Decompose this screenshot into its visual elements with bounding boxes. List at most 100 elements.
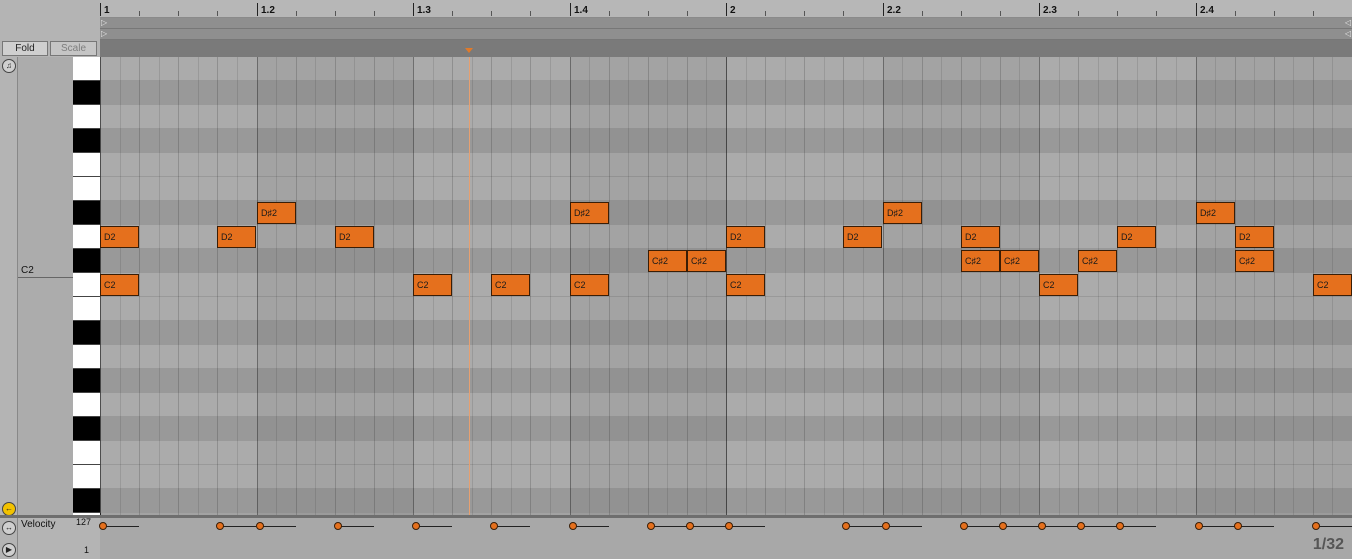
grid-line	[980, 57, 981, 515]
velocity-marker[interactable]	[569, 522, 577, 530]
velocity-marker[interactable]	[999, 522, 1007, 530]
velocity-marker[interactable]	[647, 522, 655, 530]
white-key[interactable]	[73, 273, 100, 297]
piano-keyboard[interactable]	[73, 57, 101, 515]
grid-line	[472, 57, 473, 515]
midi-note[interactable]: D2	[961, 226, 1000, 248]
midi-note[interactable]: C2	[570, 274, 609, 296]
black-key[interactable]	[73, 321, 100, 345]
ruler-bar-tick	[726, 3, 727, 16]
midi-note[interactable]: D2	[1117, 226, 1156, 248]
black-key[interactable]	[73, 417, 100, 441]
midi-note[interactable]: D♯2	[570, 202, 609, 224]
grid-line	[628, 57, 629, 515]
loop-end-icon[interactable]: ◁	[1345, 19, 1351, 27]
midi-note[interactable]: D2	[335, 226, 374, 248]
grid-line	[843, 57, 844, 515]
loop-brace-lane[interactable]: ▷ ◁	[100, 18, 1352, 29]
start-marker-icon[interactable]: ▷	[101, 30, 107, 38]
velocity-marker[interactable]	[412, 522, 420, 530]
midi-note[interactable]: C♯2	[1000, 250, 1039, 272]
midi-note[interactable]: C2	[413, 274, 452, 296]
scale-button[interactable]: Scale	[50, 41, 97, 56]
midi-note[interactable]: D2	[100, 226, 139, 248]
grid-line	[296, 57, 297, 515]
ruler-minor-tick	[1078, 11, 1079, 16]
white-key[interactable]	[73, 441, 100, 465]
velocity-marker[interactable]	[960, 522, 968, 530]
velocity-marker[interactable]	[1312, 522, 1320, 530]
ruler-bar-tick	[257, 3, 258, 16]
velocity-marker[interactable]	[725, 522, 733, 530]
midi-note[interactable]: C♯2	[1235, 250, 1274, 272]
grid-resolution-label[interactable]: 1/32	[1313, 536, 1344, 554]
velocity-icon[interactable]: ↔	[2, 521, 16, 535]
velocity-marker[interactable]	[686, 522, 694, 530]
grid-line	[1019, 57, 1020, 515]
velocity-marker[interactable]	[1116, 522, 1124, 530]
velocity-marker[interactable]	[1195, 522, 1203, 530]
midi-note[interactable]: D♯2	[257, 202, 296, 224]
midi-note[interactable]: D2	[1235, 226, 1274, 248]
white-key[interactable]	[73, 105, 100, 129]
end-marker-icon[interactable]: ◁	[1345, 30, 1351, 38]
black-key[interactable]	[73, 489, 100, 513]
velocity-marker[interactable]	[490, 522, 498, 530]
fold-button[interactable]: Fold	[2, 41, 48, 56]
midi-note[interactable]: D2	[217, 226, 256, 248]
white-key[interactable]	[73, 225, 100, 249]
velocity-marker[interactable]	[1038, 522, 1046, 530]
white-key[interactable]	[73, 153, 100, 177]
midi-note[interactable]: D2	[843, 226, 882, 248]
headphones-icon[interactable]: ♫	[2, 59, 16, 73]
black-key[interactable]	[73, 249, 100, 273]
midi-note[interactable]: C2	[1039, 274, 1078, 296]
midi-note[interactable]: C♯2	[1078, 250, 1117, 272]
black-key[interactable]	[73, 129, 100, 153]
midi-note[interactable]: C2	[100, 274, 139, 296]
midi-note[interactable]: D♯2	[1196, 202, 1235, 224]
midi-note[interactable]: D♯2	[883, 202, 922, 224]
midi-note[interactable]: C2	[726, 274, 765, 296]
white-key[interactable]	[73, 345, 100, 369]
velocity-marker[interactable]	[256, 522, 264, 530]
fold-icon[interactable]: ←	[2, 502, 16, 516]
midi-note[interactable]: D2	[726, 226, 765, 248]
velocity-marker[interactable]	[334, 522, 342, 530]
grid-line	[530, 57, 531, 515]
start-end-marker-lane[interactable]: ▷ ◁	[100, 29, 1352, 40]
ruler-bar-tick	[100, 3, 101, 16]
black-key[interactable]	[73, 81, 100, 105]
white-key[interactable]	[73, 465, 100, 489]
loop-start-icon[interactable]: ▷	[101, 19, 107, 27]
midi-note[interactable]: C♯2	[687, 250, 726, 272]
play-icon[interactable]: ▶	[2, 543, 16, 557]
white-key[interactable]	[73, 393, 100, 417]
ruler-minor-tick	[335, 11, 336, 16]
midi-note[interactable]: C2	[491, 274, 530, 296]
grid-line	[198, 57, 199, 515]
clip-header-lane[interactable]	[100, 40, 1352, 58]
velocity-marker[interactable]	[99, 522, 107, 530]
velocity-marker[interactable]	[842, 522, 850, 530]
white-key[interactable]	[73, 177, 100, 201]
velocity-editor[interactable]	[99, 518, 1352, 559]
midi-note[interactable]: C♯2	[961, 250, 1000, 272]
grid-line	[1098, 57, 1099, 515]
white-key[interactable]	[73, 57, 100, 81]
black-key[interactable]	[73, 369, 100, 393]
playhead-marker-icon[interactable]	[465, 48, 473, 53]
black-key[interactable]	[73, 201, 100, 225]
ruler-minor-tick	[296, 11, 297, 16]
midi-note[interactable]: C2	[1313, 274, 1352, 296]
ruler-bar-tick	[413, 3, 414, 16]
velocity-marker[interactable]	[1077, 522, 1085, 530]
velocity-marker[interactable]	[1234, 522, 1242, 530]
beat-time-ruler[interactable]: 1 1.2 1.3 1.4 2 2.2 2.3 2.4	[100, 0, 1352, 18]
velocity-marker[interactable]	[216, 522, 224, 530]
note-editor-grid[interactable]: D2 C2 D2 D♯2 D2 C2 C2 D♯2 C2 C♯2 C♯2 D2 C2 D2 D♯2 D2 C♯2…	[100, 57, 1352, 515]
velocity-marker[interactable]	[882, 522, 890, 530]
midi-note[interactable]: C♯2	[648, 250, 687, 272]
grid-line	[1215, 57, 1216, 515]
white-key[interactable]	[73, 297, 100, 321]
